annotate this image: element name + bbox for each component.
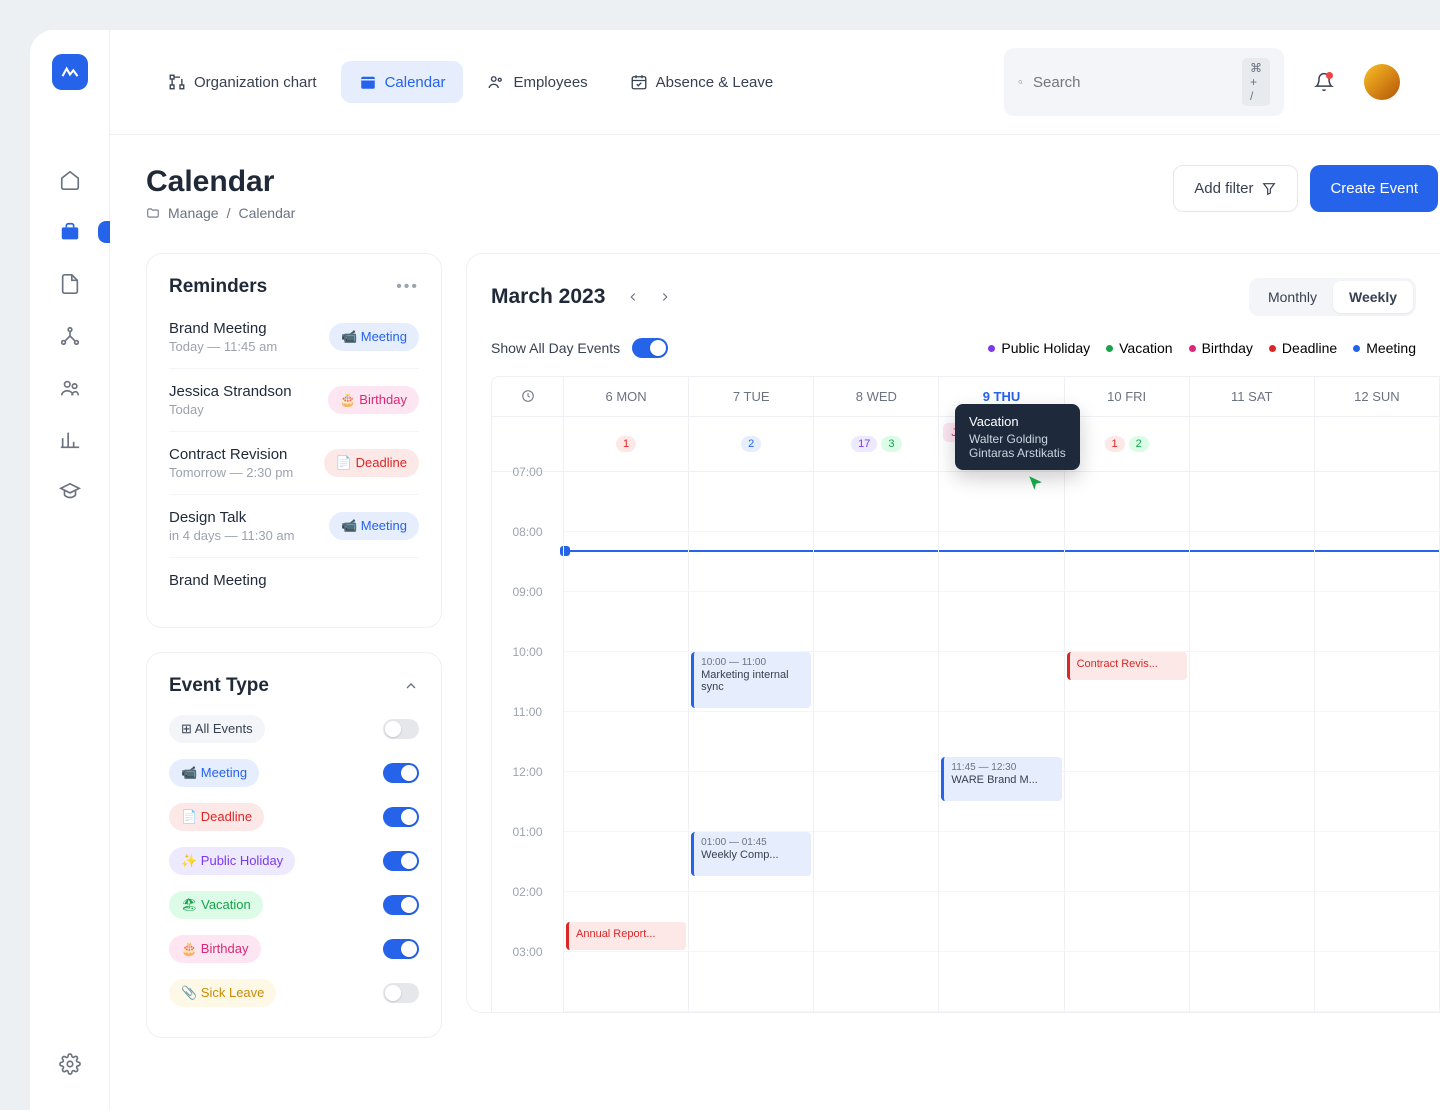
search-icon — [1018, 73, 1023, 91]
topnav-calendar-label: Calendar — [385, 74, 446, 91]
reminder-item[interactable]: Brand MeetingToday — 11:45 am 📹 Meeting — [169, 306, 419, 369]
event-type-row: ⊞ All Events — [169, 707, 419, 751]
event-type-row: 🏖 Vacation — [169, 883, 419, 927]
day-header[interactable]: 7 TUE — [689, 377, 814, 416]
app-logo[interactable] — [52, 54, 88, 90]
time-header — [492, 377, 564, 416]
reminder-item[interactable]: Contract RevisionTomorrow — 2:30 pm 📄 De… — [169, 432, 419, 495]
calendar-month: March 2023 — [491, 285, 605, 309]
topnav-org[interactable]: Organization chart — [150, 61, 335, 103]
day-column[interactable]: Annual Report... — [564, 472, 689, 1012]
add-filter-button[interactable]: Add filter — [1173, 165, 1298, 212]
event-type-row: ✨ Public Holiday — [169, 839, 419, 883]
calendar-event[interactable]: Annual Report... — [566, 922, 686, 950]
prev-month-button[interactable] — [619, 283, 647, 311]
user-avatar[interactable] — [1364, 64, 1400, 100]
reminders-menu[interactable]: ••• — [396, 278, 419, 296]
event-type-row: 📄 Deadline — [169, 795, 419, 839]
event-type-toggle[interactable] — [383, 895, 419, 915]
event-type-title: Event Type — [169, 675, 269, 697]
nav-home-icon[interactable] — [48, 158, 92, 202]
event-type-row: 🎂 Birthday — [169, 927, 419, 971]
day-column[interactable]: 11:45 — 12:30WARE Brand M... — [939, 472, 1064, 1012]
search-shortcut: ⌘ + / — [1242, 58, 1270, 106]
event-type-toggle[interactable] — [383, 939, 419, 959]
page-title: Calendar — [146, 165, 295, 199]
reminder-item[interactable]: Jessica StrandsonToday 🎂 Birthday — [169, 369, 419, 432]
nav-people-icon[interactable] — [48, 366, 92, 410]
notifications-button[interactable] — [1304, 62, 1344, 102]
search-input[interactable] — [1033, 74, 1232, 91]
day-header[interactable]: 11 SAT — [1190, 377, 1315, 416]
day-column[interactable]: Contract Revis... — [1065, 472, 1190, 1012]
search-box[interactable]: ⌘ + / — [1004, 48, 1284, 116]
day-header[interactable]: 8 WED — [814, 377, 939, 416]
day-column[interactable] — [1315, 472, 1440, 1012]
topnav-absence[interactable]: Absence & Leave — [612, 61, 792, 103]
cursor-icon — [1027, 474, 1045, 492]
nav-org-icon[interactable] — [48, 314, 92, 358]
calendar-event[interactable]: 11:45 — 12:30WARE Brand M... — [941, 757, 1061, 801]
day-header[interactable]: 10 FRI — [1065, 377, 1190, 416]
event-type-toggle[interactable] — [383, 807, 419, 827]
nav-reports-icon[interactable] — [48, 418, 92, 462]
topnav-calendar[interactable]: Calendar — [341, 61, 464, 103]
nav-briefcase-icon[interactable] — [48, 210, 92, 254]
nav-learn-icon[interactable] — [48, 470, 92, 514]
reminders-card: Reminders ••• Brand MeetingToday — 11:45… — [146, 253, 442, 628]
nav-settings-icon[interactable] — [48, 1042, 92, 1086]
topnav-employees[interactable]: Employees — [469, 61, 605, 103]
calendar-event[interactable]: 01:00 — 01:45Weekly Comp... — [691, 832, 811, 876]
calendar-event[interactable]: 10:00 — 11:00Marketing internal sync — [691, 652, 811, 708]
legend-item: Vacation — [1106, 340, 1172, 356]
legend-item: Birthday — [1189, 340, 1253, 356]
day-header[interactable]: 12 SUN — [1315, 377, 1440, 416]
reminder-item[interactable]: Design Talkin 4 days — 11:30 am 📹 Meetin… — [169, 495, 419, 558]
view-weekly[interactable]: Weekly — [1333, 281, 1413, 313]
view-monthly[interactable]: Monthly — [1252, 281, 1333, 313]
event-type-toggle[interactable] — [383, 763, 419, 783]
legend-item: Deadline — [1269, 340, 1337, 356]
breadcrumb: Manage / Calendar — [146, 205, 295, 221]
event-type-toggle[interactable] — [383, 983, 419, 1003]
topnav-absence-label: Absence & Leave — [656, 74, 774, 91]
legend-item: Public Holiday — [988, 340, 1090, 356]
allday-label: Show All Day Events — [491, 340, 620, 356]
event-type-toggle[interactable] — [383, 851, 419, 871]
day-column[interactable] — [1190, 472, 1315, 1012]
event-type-toggle[interactable] — [383, 719, 419, 739]
legend-item: Meeting — [1353, 340, 1416, 356]
topnav-employees-label: Employees — [513, 74, 587, 91]
allday-toggle[interactable] — [632, 338, 668, 358]
folder-icon — [146, 206, 160, 220]
event-type-card: Event Type ⊞ All Events 📹 Meeting 📄 Dead… — [146, 652, 442, 1038]
nav-document-icon[interactable] — [48, 262, 92, 306]
calendar-event[interactable]: Contract Revis... — [1067, 652, 1187, 680]
day-column[interactable] — [814, 472, 939, 1012]
event-type-row: 📹 Meeting — [169, 751, 419, 795]
create-event-button[interactable]: Create Event — [1310, 165, 1438, 212]
vacation-tooltip: Vacation Walter Golding Gintaras Arstika… — [955, 404, 1080, 470]
reminder-item[interactable]: Brand Meeting — [169, 558, 419, 605]
filter-icon — [1261, 181, 1277, 197]
event-type-row: 📎 Sick Leave — [169, 971, 419, 1015]
day-header[interactable]: 6 MON — [564, 377, 689, 416]
collapse-button[interactable] — [403, 678, 419, 694]
reminders-title: Reminders — [169, 276, 267, 298]
day-column[interactable]: 10:00 — 11:00Marketing internal sync 01:0… — [689, 472, 814, 1012]
next-month-button[interactable] — [651, 283, 679, 311]
topnav-org-label: Organization chart — [194, 74, 317, 91]
